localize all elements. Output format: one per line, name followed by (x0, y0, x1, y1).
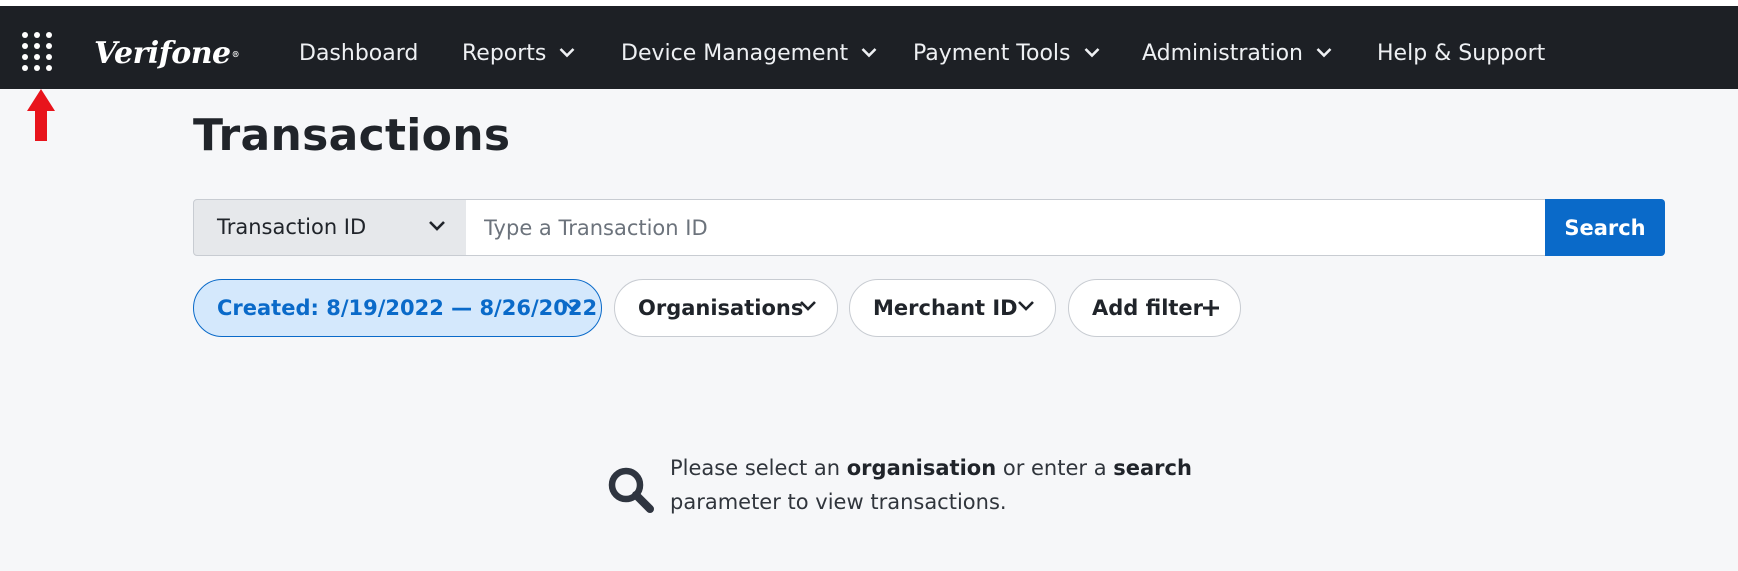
add-filter-button[interactable]: Add filter (1068, 279, 1241, 337)
top-navigation-bar: Verifone® Dashboard Reports Device Manag… (0, 6, 1738, 89)
created-date-filter-label: Created: 8/19/2022 — 8/26/2022 (217, 296, 598, 320)
chevron-down-icon (861, 48, 877, 58)
merchant-id-filter[interactable]: Merchant ID (849, 279, 1056, 337)
search-type-select[interactable]: Transaction ID (193, 199, 467, 256)
merchant-id-filter-label: Merchant ID (873, 296, 1018, 320)
red-arrow-annotation-icon (27, 89, 55, 141)
empty-text-part-1: Please select an (670, 456, 847, 480)
transaction-search-bar: Transaction ID Search (193, 199, 1665, 256)
chevron-down-icon (800, 301, 816, 311)
chevron-down-icon (1316, 48, 1332, 58)
plus-icon (1203, 300, 1219, 316)
page-title: Transactions (193, 110, 511, 161)
organisations-filter-label: Organisations (638, 296, 804, 320)
nav-dashboard[interactable]: Dashboard (299, 34, 418, 74)
empty-state-message: Please select an organisation or enter a… (606, 451, 1206, 521)
empty-text-part-2: or enter a (996, 456, 1114, 480)
transaction-id-input[interactable] (466, 199, 1547, 256)
nav-reports-label: Reports (462, 41, 547, 66)
nav-administration-label: Administration (1142, 41, 1303, 66)
empty-state-text: Please select an organisation or enter a… (670, 451, 1210, 519)
nav-device-management[interactable]: Device Management (621, 34, 877, 74)
chevron-down-icon (564, 301, 580, 311)
chevron-down-icon (1084, 48, 1099, 58)
search-type-value: Transaction ID (217, 215, 367, 239)
search-button[interactable]: Search (1545, 199, 1665, 256)
organisations-filter[interactable]: Organisations (614, 279, 838, 337)
chevron-down-icon (1018, 301, 1034, 311)
nav-payment-tools[interactable]: Payment Tools (913, 34, 1100, 74)
logo-text: Verifone (94, 36, 231, 71)
verifone-logo[interactable]: Verifone® (94, 34, 240, 74)
nav-administration[interactable]: Administration (1142, 34, 1332, 74)
add-filter-label: Add filter (1092, 296, 1204, 320)
created-date-filter[interactable]: Created: 8/19/2022 — 8/26/2022 (193, 279, 602, 337)
nav-payment-tools-label: Payment Tools (913, 41, 1071, 66)
chevron-down-icon (559, 48, 575, 58)
empty-text-organisation: organisation (846, 456, 997, 480)
app-launcher-grid-icon[interactable] (22, 32, 64, 74)
nav-reports[interactable]: Reports (462, 34, 575, 74)
nav-help-support[interactable]: Help & Support (1377, 34, 1545, 74)
chevron-down-icon (429, 221, 445, 231)
empty-text-part-3: parameter to view transactions. (670, 490, 1007, 514)
empty-text-search: search (1113, 456, 1192, 480)
search-icon (608, 467, 654, 513)
nav-dashboard-label: Dashboard (299, 41, 419, 66)
nav-device-management-label: Device Management (621, 41, 849, 66)
nav-help-support-label: Help & Support (1377, 41, 1546, 66)
